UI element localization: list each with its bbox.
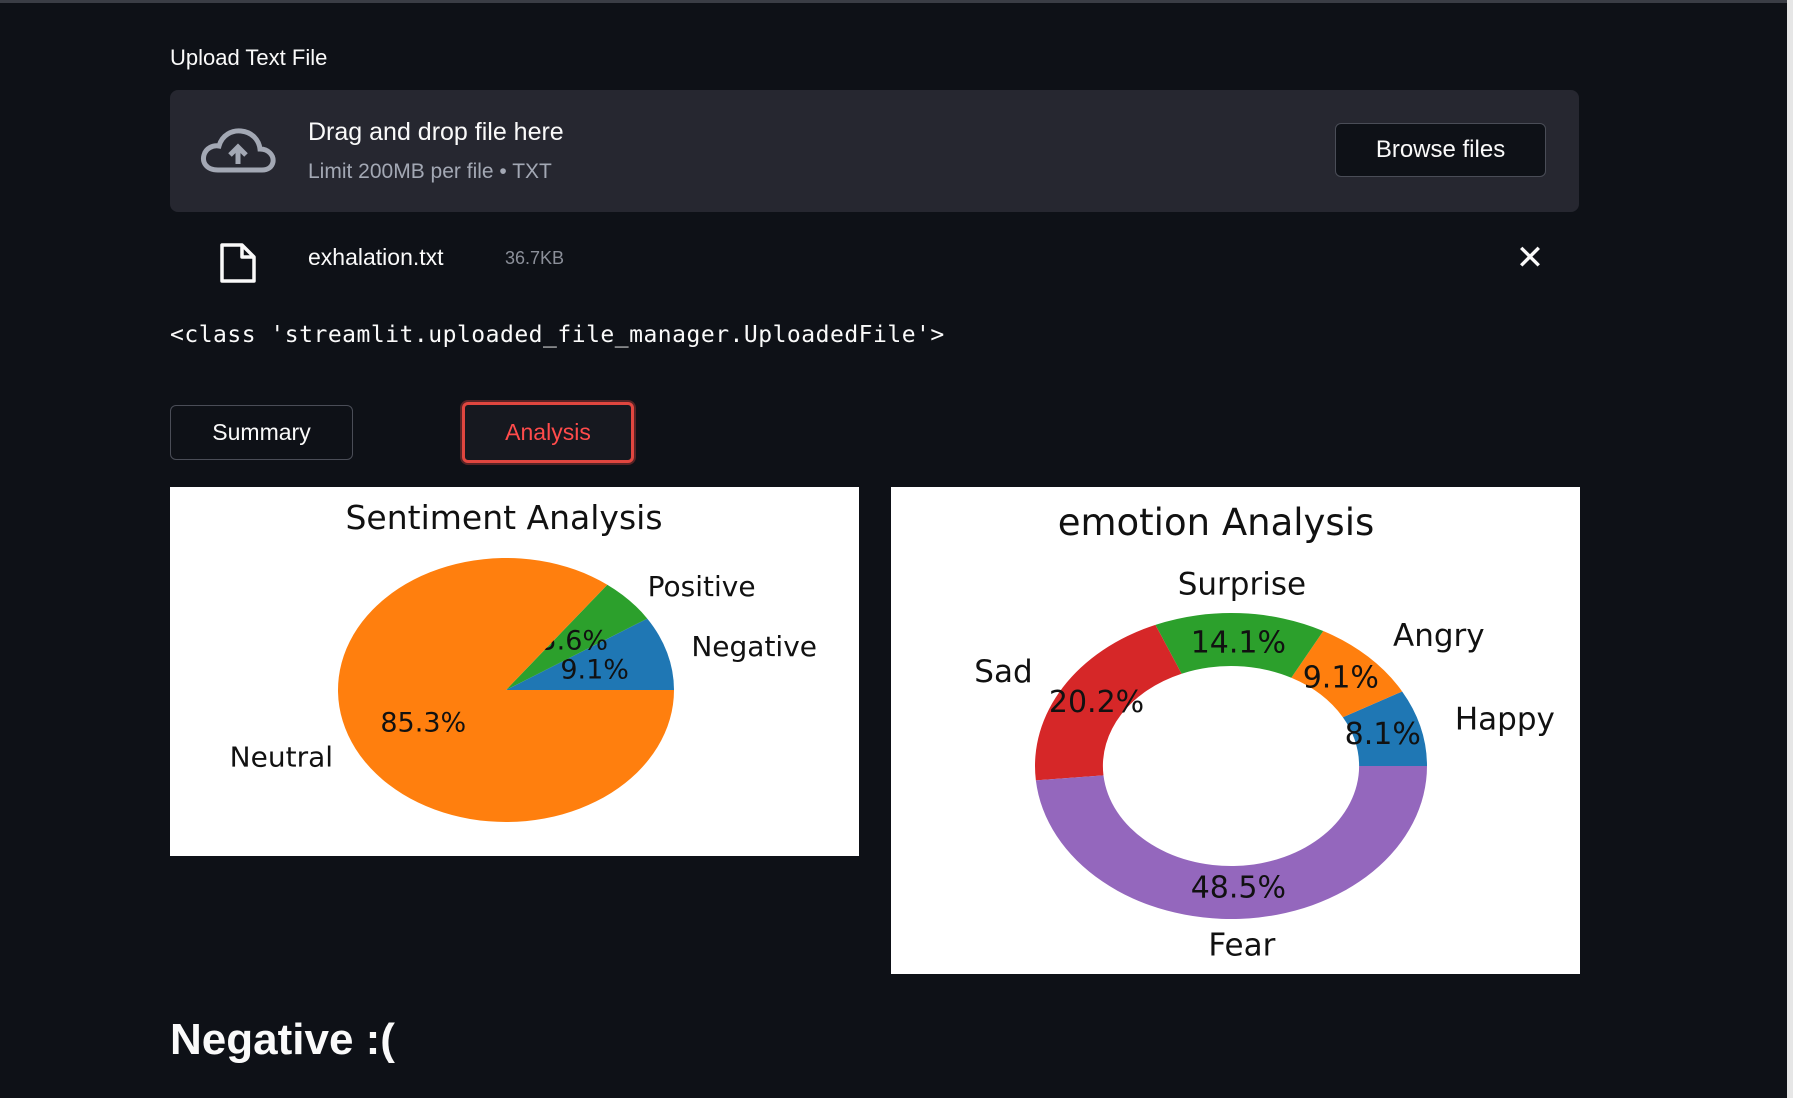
result-heading: Negative :( [170, 1015, 395, 1064]
browse-files-button[interactable]: Browse files [1335, 123, 1546, 177]
slice-label-sad: Sad [974, 654, 1032, 690]
top-divider [0, 0, 1793, 3]
scrollbar-track[interactable] [1787, 0, 1793, 1098]
dropzone-limit: Limit 200MB per file • TXT [308, 160, 552, 183]
chart-title: Sentiment Analysis [345, 498, 662, 537]
close-icon[interactable]: ✕ [1508, 236, 1552, 280]
slice-label-positive: Positive [648, 570, 756, 603]
chart-title: emotion Analysis [1058, 501, 1375, 544]
file-name: exhalation.txt [308, 244, 444, 270]
slice-pct-neutral: 85.3% [380, 707, 466, 738]
analysis-button[interactable]: Analysis [462, 402, 634, 463]
file-dropzone[interactable]: Drag and drop file here Limit 200MB per … [170, 90, 1579, 212]
cloud-upload-icon [201, 128, 276, 173]
slice-pct-angry: 9.1% [1303, 661, 1379, 696]
dropzone-instructions: Drag and drop file here [308, 118, 564, 146]
emotion-donut-svg: emotion Analysis Happy 8.1% Angry 9.1% Surpri… [974, 501, 1555, 963]
slice-pct-sad: 20.2% [1049, 685, 1144, 720]
file-icon [220, 243, 256, 283]
class-output-text: <class 'streamlit.uploaded_file_manager.… [170, 322, 945, 348]
slice-label-negative: Negative [691, 630, 817, 663]
sentiment-pie-svg: Sentiment AnalysisNegative9.1%Positive5.… [230, 498, 817, 822]
summary-button[interactable]: Summary [170, 405, 353, 460]
emotion-chart: emotion Analysis Happy 8.1% Angry 9.1% Surpri… [891, 487, 1580, 974]
slice-label-fear: Fear [1208, 927, 1275, 963]
slice-pct-surprise: 14.1% [1191, 626, 1286, 661]
slice-label-neutral: Neutral [230, 741, 333, 774]
file-size: 36.7KB [505, 248, 565, 268]
slice-pct-happy: 8.1% [1345, 717, 1421, 752]
slice-label-angry: Angry [1393, 618, 1485, 654]
uploader-label: Upload Text File [170, 45, 328, 70]
slice-pct-fear: 48.5% [1191, 870, 1286, 905]
uploaded-file-row: exhalation.txt 36.7KB ✕ [170, 230, 1579, 290]
slice-label-happy: Happy [1455, 702, 1555, 738]
sentiment-chart: Sentiment Analysis Negative 9.1% Positive 5.… [170, 487, 859, 856]
slice-pct-negative: 9.1% [560, 655, 629, 686]
slice-label-surprise: Surprise [1178, 567, 1306, 603]
